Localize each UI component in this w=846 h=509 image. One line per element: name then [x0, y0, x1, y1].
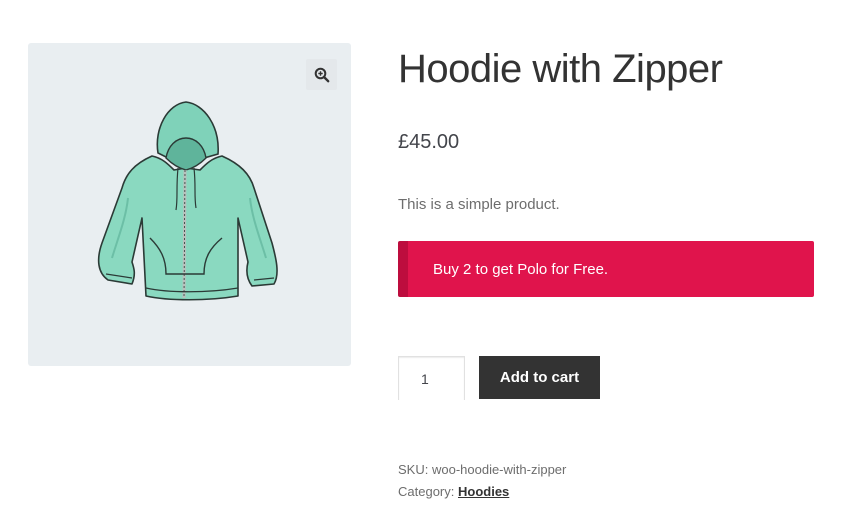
- sku-value: woo-hoodie-with-zipper: [431, 462, 567, 477]
- product-short-description: This is a simple product.: [398, 196, 560, 213]
- promo-banner: Buy 2 to get Polo for Free.: [398, 241, 814, 297]
- add-to-cart-button[interactable]: Add to cart: [479, 356, 600, 399]
- product-title: Hoodie with Zipper: [398, 47, 723, 91]
- zoom-in-icon: [314, 67, 329, 82]
- product-image[interactable]: [88, 98, 288, 308]
- product-gallery: [28, 43, 351, 366]
- zoom-button[interactable]: [306, 59, 337, 90]
- product-price: £45.00: [398, 131, 460, 153]
- quantity-input[interactable]: [398, 356, 465, 400]
- product-meta: SKU: woo-hoodie-with-zipper Category: Ho…: [398, 459, 566, 503]
- product-page: Hoodie with Zipper £45.00 This is a simp…: [0, 0, 846, 509]
- category-label: Category:: [398, 484, 455, 499]
- sku-label: SKU:: [398, 462, 429, 477]
- category-link[interactable]: Hoodies: [458, 484, 509, 499]
- category-row: Category: Hoodies: [398, 481, 566, 503]
- promo-text: Buy 2 to get Polo for Free.: [433, 260, 609, 278]
- sku-row: SKU: woo-hoodie-with-zipper: [398, 459, 566, 481]
